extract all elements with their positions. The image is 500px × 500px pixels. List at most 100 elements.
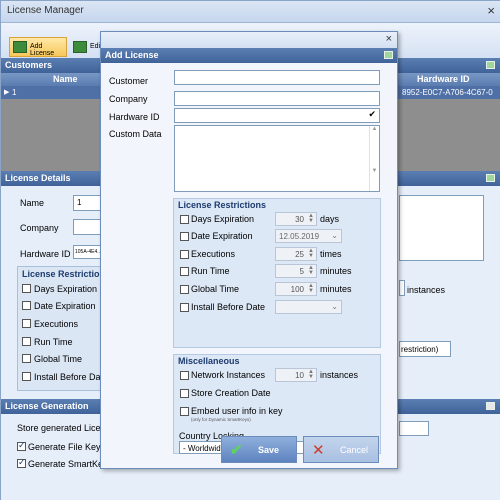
- run-time-value: 5: [299, 267, 304, 276]
- days-expiration-stepper[interactable]: 30 ▲ ▼: [275, 212, 317, 226]
- date-expiration-picker[interactable]: 12.05.2019 ⌄: [275, 229, 342, 243]
- days-expiration-value: 30: [295, 215, 304, 224]
- details-days-expiration-label: Days Expiration: [34, 284, 98, 294]
- stepper-arrows-icon[interactable]: ▲ ▼: [308, 248, 314, 259]
- stepper-arrows-icon[interactable]: ▲ ▼: [308, 213, 314, 224]
- column-header-name[interactable]: Name: [53, 74, 78, 84]
- generate-smartkey-label: Generate SmartKe: [28, 459, 104, 469]
- license-generation-header-title: License Generation: [5, 401, 89, 411]
- network-instances-stepper[interactable]: 10 ▲ ▼: [275, 368, 317, 382]
- details-executions-checkbox[interactable]: [22, 319, 31, 328]
- cancel-button[interactable]: ✕ Cancel: [303, 436, 379, 463]
- network-instances-unit: instances: [320, 370, 359, 380]
- custom-data-label: Custom Data: [109, 129, 162, 139]
- collapse-icon[interactable]: [384, 51, 393, 59]
- embed-user-info-label: Embed user info in key: [191, 406, 283, 416]
- details-date-expiration-checkbox[interactable]: [22, 301, 31, 310]
- embed-user-info-checkbox[interactable]: [180, 407, 189, 416]
- global-time-stepper[interactable]: 100 ▲ ▼: [275, 282, 317, 296]
- cancel-label: Cancel: [340, 445, 369, 455]
- details-install-before-checkbox[interactable]: [22, 372, 31, 381]
- stepper-arrows-icon[interactable]: ▲ ▼: [308, 369, 314, 380]
- days-expiration-label: Days Expiration: [191, 214, 255, 224]
- details-company-label: Company: [20, 223, 59, 233]
- details-country-field[interactable]: restriction): [399, 341, 451, 357]
- details-days-expiration-checkbox[interactable]: [22, 284, 31, 293]
- global-time-checkbox[interactable]: [180, 285, 189, 294]
- generate-smartkey-checkbox[interactable]: [17, 457, 26, 468]
- miscellaneous-title: Miscellaneous: [178, 356, 240, 366]
- window-close-button[interactable]: ×: [487, 3, 495, 18]
- store-creation-date-label: Store Creation Date: [191, 388, 271, 398]
- details-instances-label: instances: [407, 285, 446, 295]
- company-label: Company: [109, 94, 148, 104]
- save-label: Save: [258, 445, 280, 455]
- save-button[interactable]: ✔ Save: [221, 436, 297, 463]
- details-global-time-label: Global Time: [34, 354, 83, 364]
- pin-icon[interactable]: [486, 61, 495, 69]
- chevron-down-icon[interactable]: ⌄: [331, 302, 338, 311]
- add-license-button[interactable]: Add License: [9, 37, 67, 57]
- run-time-unit: minutes: [320, 266, 352, 276]
- license-details-header-title: License Details: [5, 173, 71, 183]
- stepper-arrows-icon[interactable]: ▲ ▼: [308, 283, 314, 294]
- generate-file-key-label: Generate File Key: [28, 442, 101, 452]
- checkmark-icon: ✔: [230, 442, 243, 459]
- details-install-before-label: Install Before Dat: [34, 372, 104, 382]
- embed-user-info-note: (only for Dynamic SmartKeys): [191, 417, 251, 422]
- chevron-down-icon[interactable]: ✔: [368, 109, 376, 120]
- days-expiration-checkbox[interactable]: [180, 215, 189, 224]
- details-executions-label: Executions: [34, 319, 79, 329]
- details-name-label: Name: [20, 198, 45, 208]
- close-icon: ✕: [312, 442, 325, 459]
- run-time-label: Run Time: [191, 266, 230, 276]
- window-title: License Manager: [7, 5, 84, 16]
- generate-file-key-checkbox[interactable]: [17, 440, 26, 451]
- details-restrictions-title: License Restrictio: [22, 269, 100, 279]
- executions-checkbox[interactable]: [180, 250, 189, 259]
- executions-label: Executions: [191, 249, 236, 259]
- date-expiration-checkbox[interactable]: [180, 232, 189, 241]
- details-custom-data-field[interactable]: [399, 195, 484, 261]
- collapse-icon[interactable]: [486, 174, 495, 182]
- network-instances-checkbox[interactable]: [180, 371, 189, 380]
- edit-license-icon: [73, 41, 87, 53]
- run-time-checkbox[interactable]: [180, 267, 189, 276]
- dialog-title: Add License: [105, 50, 159, 60]
- global-time-label: Global Time: [191, 284, 240, 294]
- row-name-cell: 1: [12, 88, 17, 97]
- details-hardware-id-label: Hardware ID: [20, 249, 71, 259]
- custom-data-scrollbar[interactable]: ▲ ▼: [369, 126, 379, 191]
- global-time-unit: minutes: [320, 284, 352, 294]
- date-expiration-value: 12.05.2019: [279, 232, 320, 241]
- custom-data-textarea[interactable]: ▲ ▼: [174, 125, 380, 192]
- details-run-time-checkbox[interactable]: [22, 337, 31, 346]
- details-instances-field[interactable]: [399, 280, 405, 296]
- install-before-date-checkbox[interactable]: [180, 303, 189, 312]
- dialog-close-button[interactable]: ×: [386, 33, 392, 45]
- company-field[interactable]: [174, 91, 380, 106]
- add-license-label: Add License: [30, 43, 55, 57]
- date-expiration-label: Date Expiration: [191, 231, 253, 241]
- dialog-header: Add License: [101, 48, 397, 63]
- generation-output-field[interactable]: [399, 421, 429, 436]
- add-license-dialog: × Add License Customer Company Hardware …: [100, 31, 398, 469]
- install-before-date-picker[interactable]: ⌄: [275, 300, 342, 314]
- add-license-icon: [13, 41, 27, 53]
- license-restrictions-group: License Restrictions Days Expiration 30 …: [173, 198, 381, 348]
- run-time-stepper[interactable]: 5 ▲ ▼: [275, 264, 317, 278]
- network-instances-label: Network Instances: [191, 370, 266, 380]
- window-titlebar: License Manager ×: [1, 1, 500, 23]
- global-time-value: 100: [290, 285, 304, 294]
- document-icon[interactable]: [486, 402, 495, 410]
- executions-stepper[interactable]: 25 ▲ ▼: [275, 247, 317, 261]
- details-global-time-checkbox[interactable]: [22, 354, 31, 363]
- hardware-id-combobox[interactable]: ✔: [174, 108, 380, 123]
- customer-field[interactable]: [174, 70, 380, 85]
- column-header-hardware-id[interactable]: Hardware ID: [417, 74, 470, 84]
- store-creation-date-checkbox[interactable]: [180, 389, 189, 398]
- chevron-down-icon[interactable]: ⌄: [331, 231, 338, 240]
- license-restrictions-title: License Restrictions: [178, 200, 267, 210]
- dialog-titlebar: ×: [101, 32, 397, 48]
- stepper-arrows-icon[interactable]: ▲ ▼: [308, 265, 314, 276]
